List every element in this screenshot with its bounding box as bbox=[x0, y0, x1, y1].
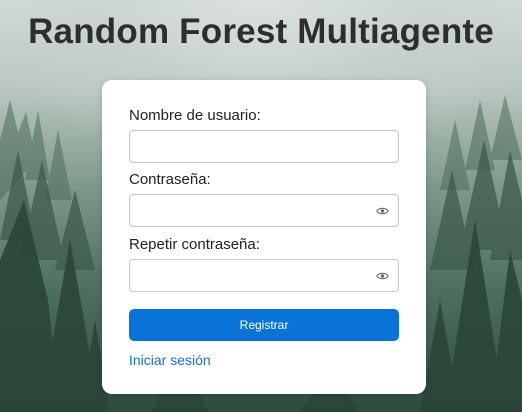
repeat-password-label: Repetir contraseña: bbox=[129, 236, 260, 253]
eye-icon[interactable] bbox=[376, 270, 389, 282]
password-label: Contraseña: bbox=[129, 171, 211, 188]
register-button[interactable]: Registrar bbox=[129, 309, 399, 341]
username-input[interactable] bbox=[130, 131, 398, 162]
repeat-password-input[interactable] bbox=[130, 260, 398, 291]
register-form-card: Nombre de usuario: Contraseña: Repetir c… bbox=[102, 80, 426, 394]
password-input[interactable] bbox=[130, 195, 398, 226]
username-field-wrapper bbox=[129, 130, 399, 163]
login-link[interactable]: Iniciar sesión bbox=[129, 352, 211, 368]
password-field-wrapper bbox=[129, 194, 399, 227]
username-label: Nombre de usuario: bbox=[129, 107, 261, 124]
eye-icon[interactable] bbox=[376, 205, 389, 217]
page-title: Random Forest Multiagente bbox=[28, 12, 494, 51]
repeat-password-field-wrapper bbox=[129, 259, 399, 292]
